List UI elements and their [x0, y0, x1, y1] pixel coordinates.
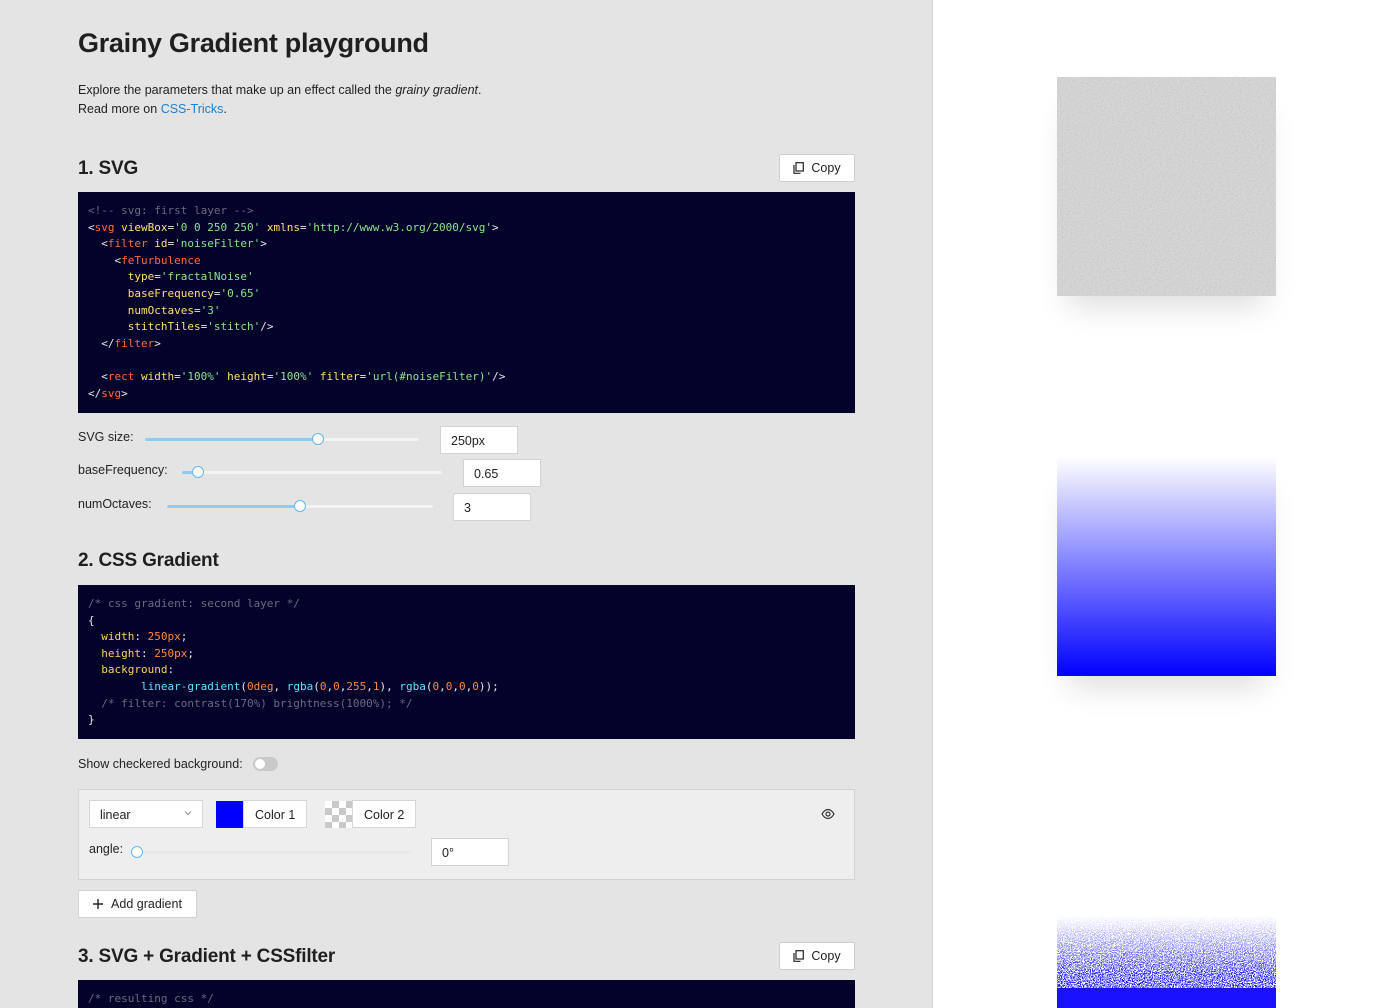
base-frequency-label: baseFrequency:: [78, 463, 168, 477]
checkered-toggle[interactable]: [253, 757, 278, 771]
svg-code-block: <!-- svg: first layer --> <svg viewBox='0…: [78, 192, 855, 413]
code-line: {: [88, 613, 95, 627]
gradient-type-select[interactable]: linear: [89, 800, 203, 828]
css-gradient-code-block: /* css gradient: second layer */ { width:…: [78, 585, 855, 739]
copy-icon: [793, 162, 805, 174]
code-line: <rect width='100%' height='100%' filter=…: [88, 369, 506, 383]
gradient-type-value: linear: [100, 808, 131, 822]
code-line: linear-gradient(0deg, rgba(0,0,255,1), r…: [140, 679, 499, 693]
section3-heading: 3. SVG + Gradient + CSSfilter: [78, 946, 336, 967]
svg-size-slider[interactable]: [145, 432, 419, 446]
code-line: <feTurbulence: [88, 253, 201, 267]
toggle-knob: [255, 759, 265, 769]
intro-line2-suffix: .: [223, 102, 227, 116]
add-gradient-label: Add gradient: [111, 897, 182, 911]
code-line: /* filter: contrast(170%) brightness(100…: [101, 696, 413, 710]
slider-thumb[interactable]: [131, 846, 143, 858]
svg-size-input[interactable]: 250px: [440, 426, 518, 454]
slider-fill: [145, 438, 318, 441]
copy-svg-button[interactable]: Copy: [779, 154, 855, 182]
color2-swatch[interactable]: [325, 801, 352, 828]
section2-heading: 2. CSS Gradient: [78, 550, 219, 571]
plus-icon: [93, 899, 104, 909]
result-code-block: /* resulting css */: [78, 980, 855, 1008]
slider-thumb[interactable]: [191, 466, 204, 478]
num-octaves-label: numOctaves:: [78, 497, 152, 511]
slider-thumb[interactable]: [294, 500, 306, 512]
num-octaves-slider[interactable]: [167, 499, 433, 513]
color1-button[interactable]: Color 1: [243, 800, 308, 828]
color2-button[interactable]: Color 2: [352, 800, 417, 828]
base-frequency-slider[interactable]: [182, 465, 442, 479]
intro-line1-prefix: Explore the parameters that make up an e…: [78, 83, 396, 97]
copy-label: Copy: [811, 949, 841, 963]
grainy-gradient-preview: [1057, 838, 1276, 1008]
code-line: width: 250px;: [101, 630, 188, 644]
code-line: type='fractalNoise': [127, 270, 254, 284]
checkered-label: Show checkered background:: [78, 757, 243, 771]
code-line: baseFrequency='0.65': [127, 286, 261, 300]
gradient-preview: [1057, 457, 1276, 676]
css-tricks-link[interactable]: CSS-Tricks: [161, 102, 224, 116]
copy-label: Copy: [811, 161, 841, 175]
code-line: /* resulting css */: [88, 992, 214, 1005]
code-line: </svg>: [88, 386, 128, 400]
angle-slider[interactable]: [131, 845, 412, 859]
slider-thumb[interactable]: [311, 433, 324, 445]
add-gradient-button[interactable]: Add gradient: [78, 890, 197, 918]
code-line: </filter>: [88, 336, 161, 350]
intro-text: Explore the parameters that make up an e…: [78, 81, 482, 119]
svg-size-label: SVG size:: [78, 430, 134, 444]
page-title: Grainy Gradient playground: [78, 28, 429, 58]
angle-input[interactable]: 0°: [431, 838, 509, 866]
intro-line2-prefix: Read more on: [78, 102, 161, 116]
section1-heading: 1. SVG: [78, 158, 139, 179]
angle-label: angle:: [89, 842, 124, 856]
color1-swatch[interactable]: [216, 801, 243, 828]
code-line: numOctaves='3': [127, 303, 221, 317]
eye-icon[interactable]: [821, 808, 835, 820]
slider-fill: [167, 505, 300, 508]
slider-track: [137, 851, 412, 854]
noise-preview: [1057, 77, 1276, 296]
base-frequency-input[interactable]: 0.65: [463, 459, 541, 487]
copy-icon: [793, 950, 805, 962]
code-line: stitchTiles='stitch'/>: [127, 320, 274, 334]
intro-emphasis: grainy gradient: [395, 83, 479, 97]
code-line: }: [88, 713, 95, 727]
preview-panel: [933, 0, 1400, 1008]
intro-line1-suffix: .: [478, 83, 482, 97]
code-line: height: 250px;: [101, 646, 194, 660]
code-line: /* css gradient: second layer */: [88, 597, 300, 610]
code-line: background:: [101, 663, 175, 677]
code-line: <filter id='noiseFilter'>: [88, 237, 267, 251]
gradient-editor: linear Color 1 Color 2 angle: 0°: [78, 789, 855, 880]
num-octaves-input[interactable]: 3: [453, 493, 531, 521]
code-line: <svg viewBox='0 0 250 250' xmlns='http:/…: [88, 220, 499, 234]
code-line: <!-- svg: first layer -->: [88, 204, 254, 217]
copy-result-button[interactable]: Copy: [779, 942, 855, 970]
chevron-down-icon: [184, 811, 192, 816]
controls-panel: Grainy Gradient playground Explore the p…: [0, 0, 933, 1008]
slider-track: [182, 471, 442, 474]
